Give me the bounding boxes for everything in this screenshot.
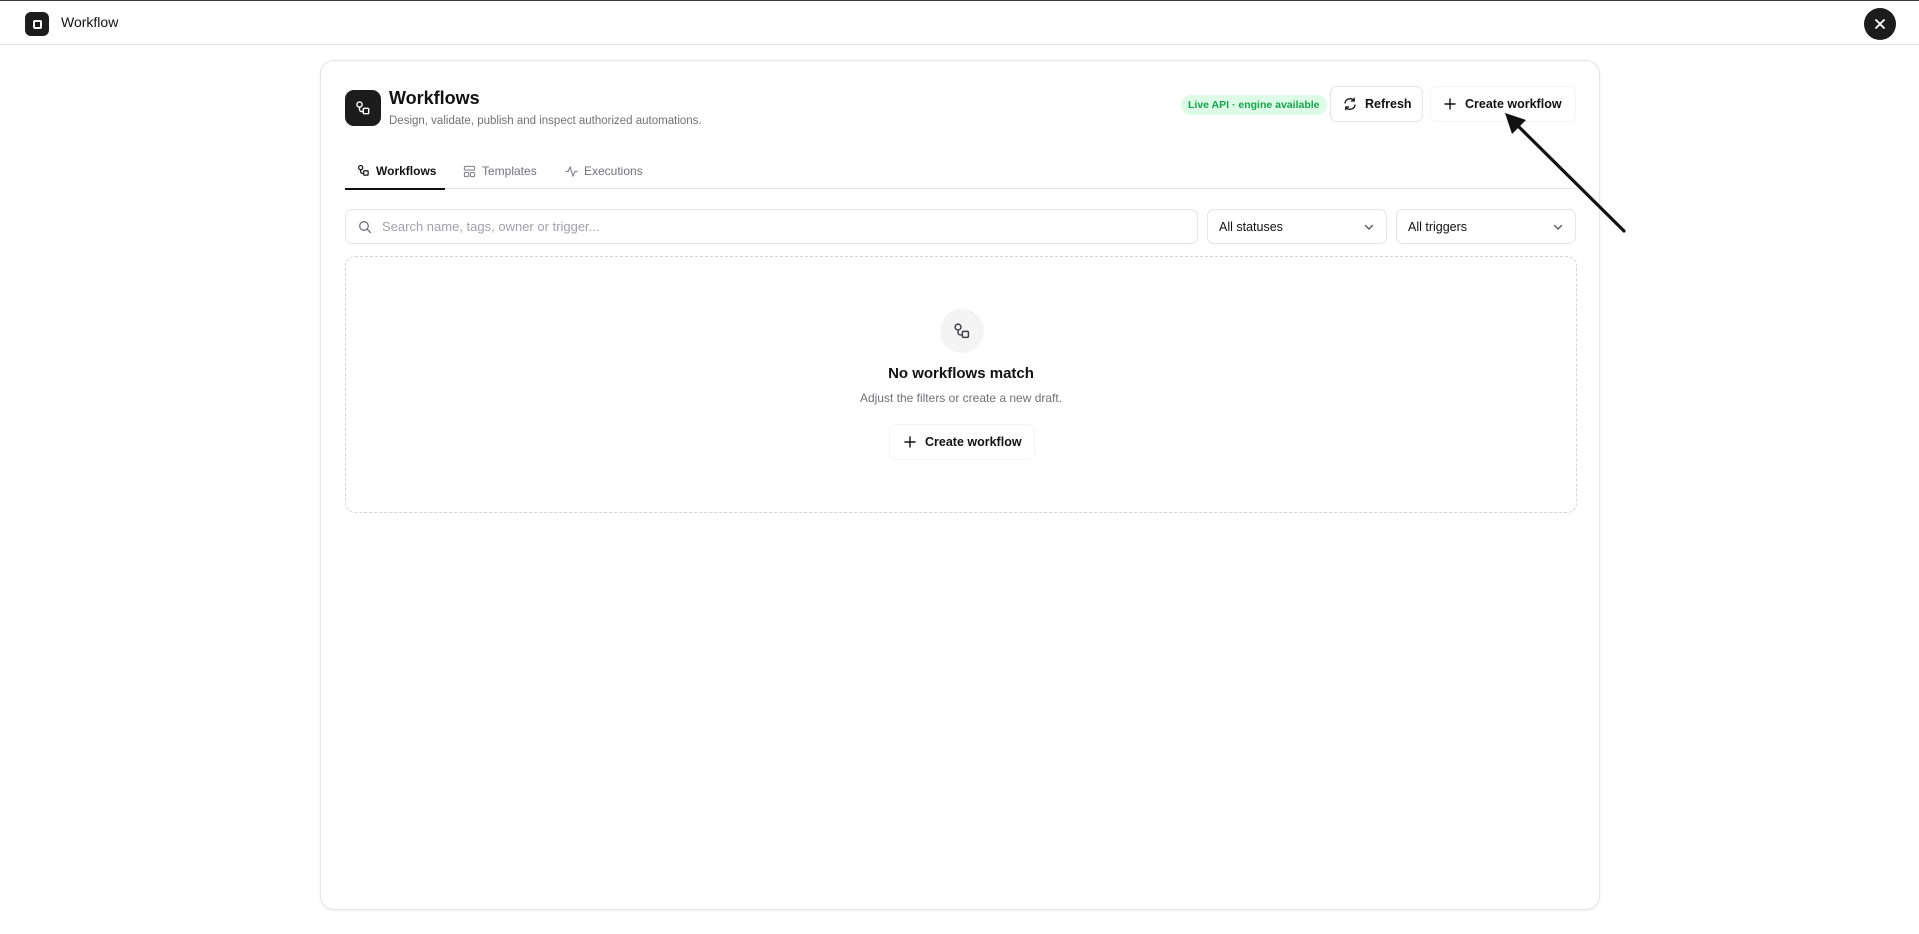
- status-filter-value: All statuses: [1219, 219, 1283, 234]
- tab-templates[interactable]: Templates: [463, 153, 537, 189]
- empty-state: No workflows match Adjust the filters or…: [345, 256, 1577, 513]
- workflow-icon: [940, 309, 984, 353]
- square-icon: [25, 12, 49, 36]
- workflow-icon: [345, 90, 381, 126]
- refresh-button[interactable]: Refresh: [1330, 86, 1423, 122]
- create-workflow-button[interactable]: Create workflow: [1430, 86, 1576, 122]
- template-icon: [463, 165, 476, 178]
- page-subtitle: Design, validate, publish and inspect au…: [389, 115, 702, 127]
- empty-create-workflow-button[interactable]: Create workflow: [889, 424, 1035, 460]
- tab-workflows[interactable]: Workflows: [345, 153, 445, 190]
- close-button[interactable]: [1864, 8, 1896, 40]
- close-icon: [1875, 19, 1885, 29]
- chevron-down-icon: [1364, 224, 1374, 230]
- create-workflow-label: Create workflow: [1465, 97, 1562, 111]
- workflow-icon: [357, 164, 370, 177]
- tab-bar: Workflows Templates Executions: [345, 153, 1577, 190]
- trigger-filter-value: All triggers: [1408, 219, 1468, 234]
- page-title: Workflows: [389, 88, 480, 108]
- empty-create-workflow-label: Create workflow: [925, 435, 1022, 449]
- search-input[interactable]: [382, 219, 1162, 234]
- tab-executions[interactable]: Executions: [565, 153, 643, 189]
- tab-label: Workflows: [376, 163, 437, 178]
- activity-icon: [565, 165, 578, 178]
- status-badge: Live API · engine available: [1181, 95, 1327, 115]
- plus-icon: [903, 435, 917, 449]
- tab-label: Executions: [584, 164, 643, 178]
- workflows-panel: Workflows Design, validate, publish and …: [320, 60, 1600, 910]
- search-box[interactable]: [345, 209, 1198, 244]
- status-filter-select[interactable]: All statuses: [1207, 209, 1387, 244]
- window-title: Workflow: [61, 14, 119, 30]
- empty-state-title: No workflows match: [888, 365, 1034, 382]
- refresh-icon: [1343, 97, 1357, 111]
- empty-state-message: Adjust the filters or create a new draft…: [859, 391, 1063, 405]
- plus-icon: [1443, 97, 1457, 111]
- tab-label: Templates: [482, 164, 537, 178]
- search-icon: [358, 220, 372, 234]
- refresh-label: Refresh: [1365, 97, 1412, 111]
- chevron-down-icon: [1553, 224, 1563, 230]
- trigger-filter-select[interactable]: All triggers: [1396, 209, 1576, 244]
- window-titlebar: Workflow: [0, 0, 1919, 45]
